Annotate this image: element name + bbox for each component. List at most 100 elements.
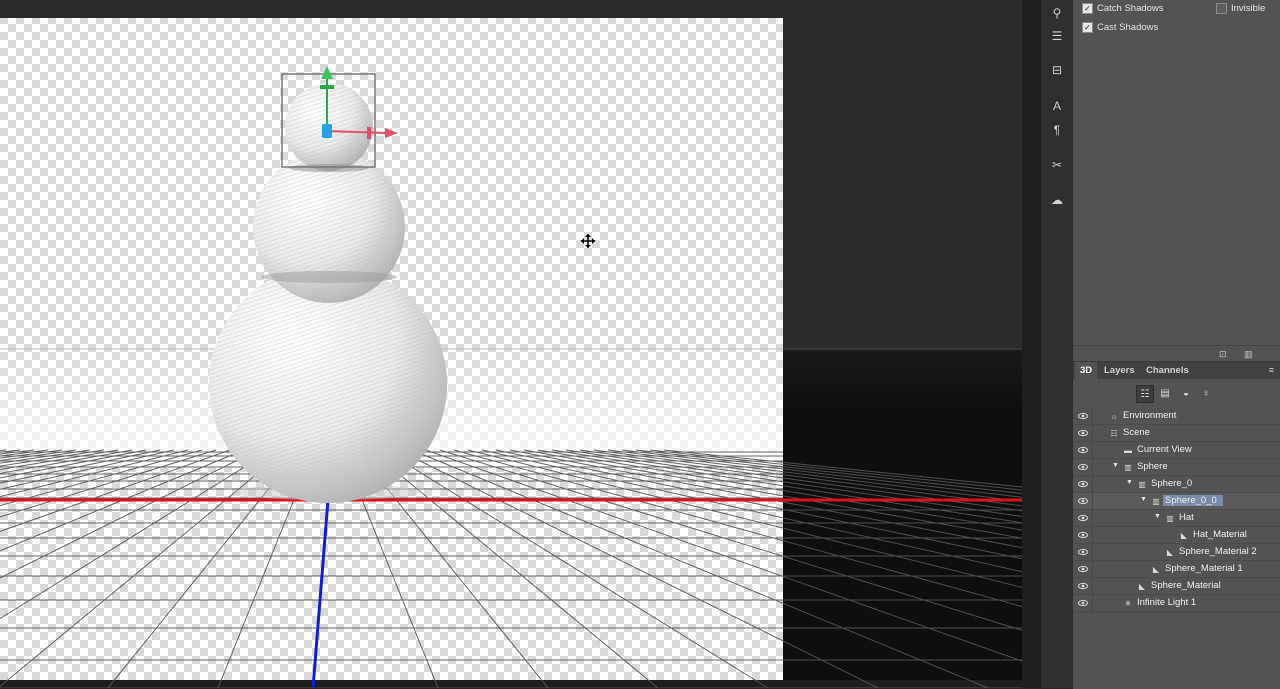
3d-viewport[interactable] — [0, 0, 1022, 688]
visibility-eye-icon[interactable] — [1078, 530, 1088, 540]
layer-row[interactable]: ◣ Sphere_Material — [1073, 578, 1280, 595]
layer-label: Current View — [1137, 444, 1192, 455]
visibility-eye-icon[interactable] — [1078, 513, 1088, 523]
layer-label: Sphere_0_0 — [1163, 495, 1223, 506]
layer-label: Sphere_Material 1 — [1165, 563, 1243, 574]
visibility-eye-icon[interactable] — [1078, 428, 1088, 438]
visibility-eye-icon[interactable] — [1078, 547, 1088, 557]
layer-row[interactable]: ☼ Environment — [1073, 408, 1280, 425]
mesh-icon: ▥ — [1124, 462, 1132, 472]
expand-triangle-icon[interactable]: ▼ — [1140, 496, 1147, 503]
adjust-icon[interactable]: ☰ — [1048, 27, 1066, 45]
material-filter-icon[interactable]: ◒ — [1178, 385, 1194, 401]
layer-row[interactable]: ▬ Current View — [1073, 442, 1280, 459]
mesh-filter-icon[interactable]: ▤ — [1157, 385, 1173, 401]
visibility-eye-icon[interactable] — [1078, 564, 1088, 574]
catch-shadows-label: Catch Shadows — [1097, 3, 1164, 14]
expand-triangle-icon[interactable]: ▼ — [1126, 479, 1133, 486]
character-icon[interactable]: A — [1048, 97, 1066, 115]
layer-label: Scene — [1123, 427, 1150, 438]
visibility-eye-icon[interactable] — [1078, 462, 1088, 472]
filter-bar: ☷ ▤ ◒ ♀ — [1073, 383, 1280, 405]
visibility-eye-icon[interactable] — [1078, 598, 1088, 608]
visibility-eye-icon[interactable] — [1078, 581, 1088, 591]
eye-separator — [1092, 510, 1093, 527]
eye-separator — [1092, 527, 1093, 544]
invisible-checkbox[interactable]: ✓ — [1216, 3, 1227, 14]
tab-channels[interactable]: Channels — [1141, 362, 1194, 379]
mesh-icon: ▥ — [1152, 496, 1160, 506]
material-icon: ◣ — [1180, 530, 1188, 540]
expand-triangle-icon[interactable]: ▼ — [1112, 462, 1119, 469]
eye-separator — [1092, 476, 1093, 493]
expand-triangle-icon[interactable]: ▼ — [1154, 513, 1161, 520]
material-icon: ◣ — [1152, 564, 1160, 574]
paragraph-icon[interactable]: ¶ — [1048, 121, 1066, 139]
invisible-option[interactable]: ✓ Invisible — [1216, 3, 1265, 14]
layer-row[interactable]: ▼ ▥ Sphere_0_0 — [1073, 493, 1280, 510]
panel-menu-icon[interactable]: ≡ — [1269, 365, 1274, 375]
cast-shadows-label: Cast Shadows — [1097, 22, 1159, 33]
properties-footer: ⊡ ▥ — [1073, 345, 1280, 362]
visibility-eye-icon[interactable] — [1078, 496, 1088, 506]
mesh-icon: ▥ — [1138, 479, 1146, 489]
layer-label: Hat — [1179, 512, 1194, 523]
layer-label: Environment — [1123, 410, 1177, 421]
visibility-eye-icon[interactable] — [1078, 445, 1088, 455]
3d-panel: 3D Layers Channels ≡ ☷ ▤ ◒ ♀ ☼ Environmen… — [1073, 361, 1280, 689]
visibility-eye-icon[interactable] — [1078, 411, 1088, 421]
scene-icon: ☷ — [1110, 428, 1118, 438]
layer-row[interactable]: ✳ Infinite Light 1 — [1073, 595, 1280, 612]
eye-separator — [1092, 425, 1093, 442]
material-icon: ◣ — [1166, 547, 1174, 557]
catch-shadows-option[interactable]: ✓ Catch Shadows — [1082, 3, 1164, 14]
layer-label: Sphere_0 — [1151, 478, 1193, 489]
light-icon: ✳ — [1124, 598, 1132, 608]
cc-libraries-icon[interactable]: ☁ — [1048, 191, 1066, 209]
3d-scene-canvas[interactable] — [0, 0, 1022, 688]
layer-label: Sphere_Material — [1151, 580, 1221, 591]
move-cursor-icon — [581, 234, 595, 248]
cast-shadows-option[interactable]: ✓ Cast Shadows — [1082, 22, 1158, 33]
eye-separator — [1092, 578, 1093, 595]
eye-separator — [1092, 459, 1093, 476]
layer-label: Sphere_Material 2 — [1179, 546, 1257, 557]
tab-layers[interactable]: Layers — [1099, 362, 1140, 379]
eye-separator — [1092, 595, 1093, 612]
environment-icon: ☼ — [1110, 411, 1118, 421]
cast-shadows-checkbox[interactable]: ✓ — [1082, 22, 1093, 33]
eye-separator — [1092, 544, 1093, 561]
trash-icon[interactable]: ▥ — [1244, 349, 1254, 359]
eye-separator — [1092, 493, 1093, 510]
invisible-label: Invisible — [1231, 3, 1266, 14]
material-icon: ◣ — [1138, 581, 1146, 591]
render-icon[interactable]: ⊡ — [1219, 349, 1229, 359]
tools-icon[interactable]: ✂ — [1048, 156, 1066, 174]
layer-row[interactable]: ☷ Scene — [1073, 425, 1280, 442]
light-filter-icon[interactable]: ♀ — [1198, 385, 1214, 401]
layer-row[interactable]: ◣ Sphere_Material 1 — [1073, 561, 1280, 578]
eye-separator — [1092, 442, 1093, 459]
mesh-icon: ▥ — [1166, 513, 1174, 523]
scene-filter-icon[interactable]: ☷ — [1136, 385, 1154, 403]
layer-label: Hat_Material — [1193, 529, 1247, 540]
eye-separator — [1092, 408, 1093, 425]
tab-3d[interactable]: 3D — [1075, 362, 1098, 379]
layer-row[interactable]: ◣ Hat_Material — [1073, 527, 1280, 544]
layer-row[interactable]: ▼ ▥ Sphere_0 — [1073, 476, 1280, 493]
layer-row[interactable]: ▼ ▥ Sphere — [1073, 459, 1280, 476]
eye-separator — [1092, 561, 1093, 578]
layer-row[interactable]: ▼ ▥ Hat — [1073, 510, 1280, 527]
layer-label: Sphere — [1137, 461, 1168, 472]
layer-label: Infinite Light 1 — [1137, 597, 1197, 608]
catch-shadows-checkbox[interactable]: ✓ — [1082, 3, 1093, 14]
align-icon[interactable]: ⊟ — [1048, 61, 1066, 79]
3d-tool-icon[interactable]: ⚲ — [1048, 4, 1066, 22]
layer-row[interactable]: ◣ Sphere_Material 2 — [1073, 544, 1280, 561]
camera-icon: ▬ — [1124, 445, 1132, 455]
panel-icon-strip: ⚲ ☰ ⊟ A ¶ ✂ ☁ — [1040, 0, 1074, 688]
panel-tab-bar: 3D Layers Channels ≡ — [1073, 362, 1280, 379]
properties-panel: ✓ Catch Shadows ✓ Invisible ✓ Cast Shado… — [1073, 0, 1280, 345]
panel-dock-gutter — [1022, 0, 1040, 688]
visibility-eye-icon[interactable] — [1078, 479, 1088, 489]
